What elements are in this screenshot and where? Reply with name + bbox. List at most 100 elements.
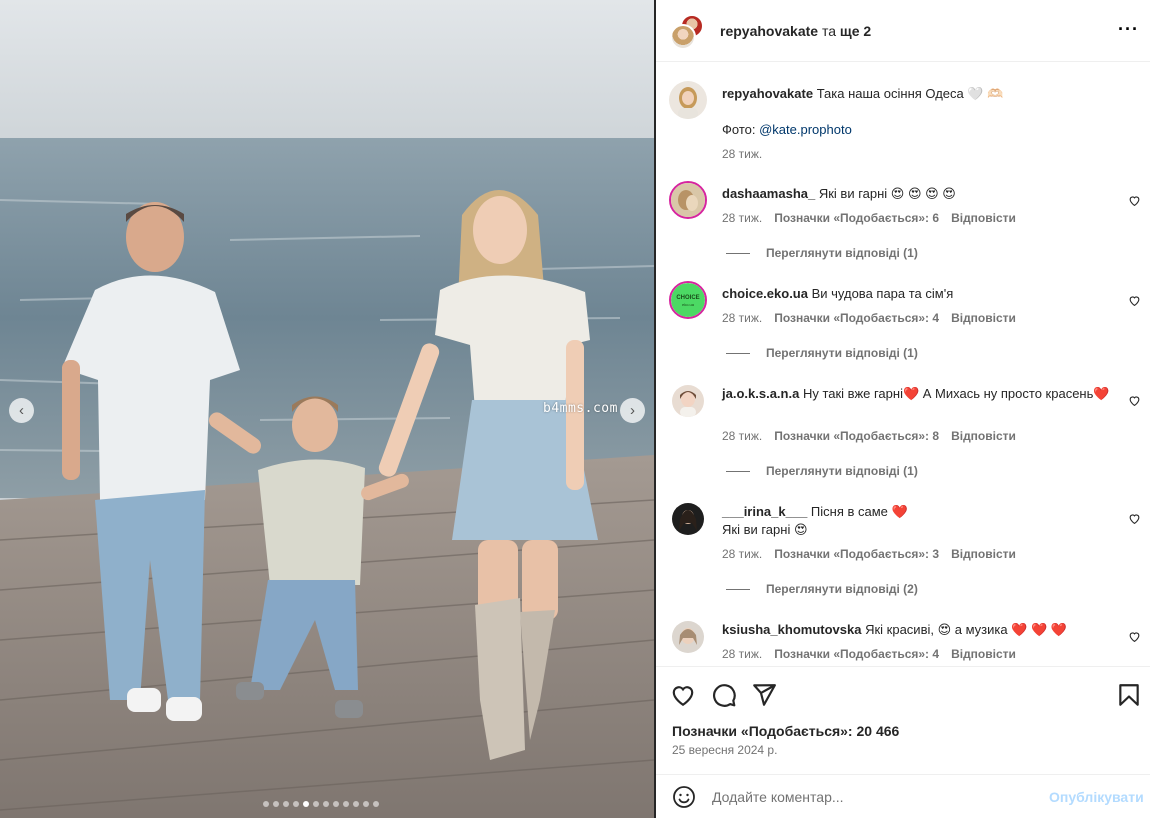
carousel-dot — [273, 801, 279, 807]
reply-button[interactable]: Відповісти — [951, 647, 1016, 661]
carousel-dot — [373, 801, 379, 807]
comment-body: Ну такі вже гарні❤️ А Михась ну просто к… — [802, 386, 1110, 401]
reply-button[interactable]: Відповісти — [951, 547, 1016, 561]
avatar — [670, 24, 696, 50]
more-horizontal-icon[interactable]: ··· — [1118, 20, 1139, 38]
reply-button[interactable]: Відповісти — [951, 429, 1016, 443]
chevron-left-icon: ‹ — [19, 402, 24, 419]
carousel-dot — [343, 801, 349, 807]
comment-text: choice.eko.ua Ви чудова пара та сім'я — [722, 285, 1112, 303]
comment-likes-link[interactable]: Позначки «Подобається»: 4 — [774, 311, 939, 325]
comment-body: Ви чудова пара та сім'я — [811, 286, 954, 301]
heart-icon[interactable] — [1128, 194, 1141, 207]
comment-time: 28 тиж. — [722, 311, 763, 325]
svg-text:CHOICE: CHOICE — [676, 295, 699, 301]
view-replies-button[interactable]: Переглянути відповіді (1) — [726, 346, 918, 360]
comment-meta: 28 тиж. Позначки «Подобається»: 6 Відпов… — [722, 211, 1016, 225]
heart-icon[interactable] — [1128, 512, 1141, 525]
likes-count[interactable]: Позначки «Подобається»: 20 466 — [672, 723, 899, 739]
watermark: b4mms.com — [543, 401, 618, 416]
avatar[interactable]: CHOICE eko.ua — [669, 281, 707, 319]
carousel-dot — [333, 801, 339, 807]
comment-meta: 28 тиж. Позначки «Подобається»: 8 Відпов… — [722, 429, 1016, 443]
comment-likes-link[interactable]: Позначки «Подобається»: 6 — [774, 211, 939, 225]
carousel-dot — [363, 801, 369, 807]
view-replies-label: Переглянути відповіді (1) — [766, 346, 918, 360]
caption-text: repyahovakate Така наша осіння Одеса 🤍 🫶… — [722, 85, 1112, 103]
author-username[interactable]: repyahovakate — [720, 23, 818, 39]
carousel-dot — [323, 801, 329, 807]
comment-body-line2: Які ви гарні 😍 — [722, 522, 808, 537]
comment-input[interactable] — [712, 785, 1032, 809]
comment-time: 28 тиж. — [722, 429, 763, 443]
smiley-icon[interactable] — [672, 785, 696, 809]
view-replies-label: Переглянути відповіді (1) — [766, 246, 918, 260]
comment-username[interactable]: ksiusha_khomutovska — [722, 622, 861, 637]
comment-username[interactable]: ___irina_k___ — [722, 504, 807, 519]
comment-time: 28 тиж. — [722, 211, 763, 225]
view-replies-label: Переглянути відповіді (2) — [766, 582, 918, 596]
previous-photo-button[interactable]: ‹ — [9, 398, 34, 423]
comment-body: Які ви гарні 😍 😍 😍 😍 — [818, 186, 956, 201]
post-date: 25 вересня 2024 р. — [672, 743, 778, 757]
view-replies-button[interactable]: Переглянути відповіді (2) — [726, 582, 918, 596]
carousel-dot — [283, 801, 289, 807]
comment-text: ksiusha_khomutovska Які красиві, 😍 а муз… — [722, 621, 1112, 639]
post-comment-button[interactable]: Опублікувати — [1049, 789, 1144, 805]
comment-icon[interactable] — [711, 682, 737, 708]
avatar[interactable] — [672, 503, 704, 535]
heart-icon[interactable] — [1128, 630, 1141, 643]
carousel-indicator — [263, 801, 379, 807]
comment-body: Які красиві, 😍 а музика ❤️ ❤️ ❤️ — [865, 622, 1067, 637]
view-replies-button[interactable]: Переглянути відповіді (1) — [726, 246, 918, 260]
comment-username[interactable]: choice.eko.ua — [722, 286, 808, 301]
avatar[interactable] — [672, 385, 704, 417]
comment-time: 28 тиж. — [722, 647, 763, 661]
photographer-mention[interactable]: @kate.prophoto — [759, 122, 852, 137]
caption-credit: Фото: @kate.prophoto — [722, 121, 1112, 139]
post-header: repyahovakate та ще 2 ··· — [656, 0, 1150, 62]
comment-text: ja.o.k.s.a.n.a Ну такі вже гарні❤️ А Мих… — [722, 385, 1112, 403]
comment-meta: 28 тиж. Позначки «Подобається»: 3 Відпов… — [722, 547, 1016, 561]
carousel-dot — [313, 801, 319, 807]
avatar[interactable] — [672, 621, 704, 653]
heart-icon[interactable] — [1128, 294, 1141, 307]
svg-text:eko.ua: eko.ua — [682, 302, 695, 307]
caption-meta: 28 тиж. — [722, 147, 762, 161]
comment-text: ___irina_k___ Пісня в саме ❤️ Які ви гар… — [722, 503, 1112, 539]
post-side-panel: repyahovakate та ще 2 ··· repyahovakate … — [656, 0, 1150, 818]
comment-likes-link[interactable]: Позначки «Подобається»: 3 — [774, 547, 939, 561]
comment-username[interactable]: dashaamasha_ — [722, 186, 815, 201]
heart-icon[interactable] — [670, 682, 696, 708]
comment-meta: 28 тиж. Позначки «Подобається»: 4 Відпов… — [722, 647, 1016, 661]
heart-icon[interactable] — [1128, 394, 1141, 407]
post-photo: ‹ › b4mms.com — [0, 0, 654, 818]
collab-avatars[interactable] — [670, 14, 706, 50]
chevron-right-icon: › — [630, 402, 635, 419]
carousel-dot — [263, 801, 269, 807]
view-replies-label: Переглянути відповіді (1) — [766, 464, 918, 478]
comment-likes-link[interactable]: Позначки «Подобається»: 8 — [774, 429, 939, 443]
comments-list[interactable]: repyahovakate Така наша осіння Одеса 🤍 🫶… — [656, 63, 1150, 666]
view-replies-button[interactable]: Переглянути відповіді (1) — [726, 464, 918, 478]
more-authors-link[interactable]: ще 2 — [840, 23, 871, 39]
comment-text: dashaamasha_ Які ви гарні 😍 😍 😍 😍 — [722, 185, 1112, 203]
reply-button[interactable]: Відповісти — [951, 211, 1016, 225]
add-comment-bar: Опублікувати — [656, 774, 1150, 818]
comment-meta: 28 тиж. Позначки «Подобається»: 4 Відпов… — [722, 311, 1016, 325]
post-actions: Позначки «Подобається»: 20 466 25 вересн… — [656, 666, 1150, 766]
comment-likes-link[interactable]: Позначки «Подобається»: 4 — [774, 647, 939, 661]
comment-time: 28 тиж. — [722, 547, 763, 561]
avatar[interactable] — [669, 181, 707, 219]
carousel-dot — [303, 801, 309, 807]
reply-button[interactable]: Відповісти — [951, 311, 1016, 325]
comment-username[interactable]: ja.o.k.s.a.n.a — [722, 386, 799, 401]
caption-username[interactable]: repyahovakate — [722, 86, 813, 101]
bookmark-icon[interactable] — [1116, 682, 1142, 708]
caption-time: 28 тиж. — [722, 147, 763, 161]
post-authors[interactable]: repyahovakate та ще 2 — [720, 23, 871, 39]
next-photo-button[interactable]: › — [620, 398, 645, 423]
send-icon[interactable] — [751, 682, 777, 708]
avatar[interactable] — [669, 81, 707, 119]
author-joiner: та — [821, 23, 836, 39]
